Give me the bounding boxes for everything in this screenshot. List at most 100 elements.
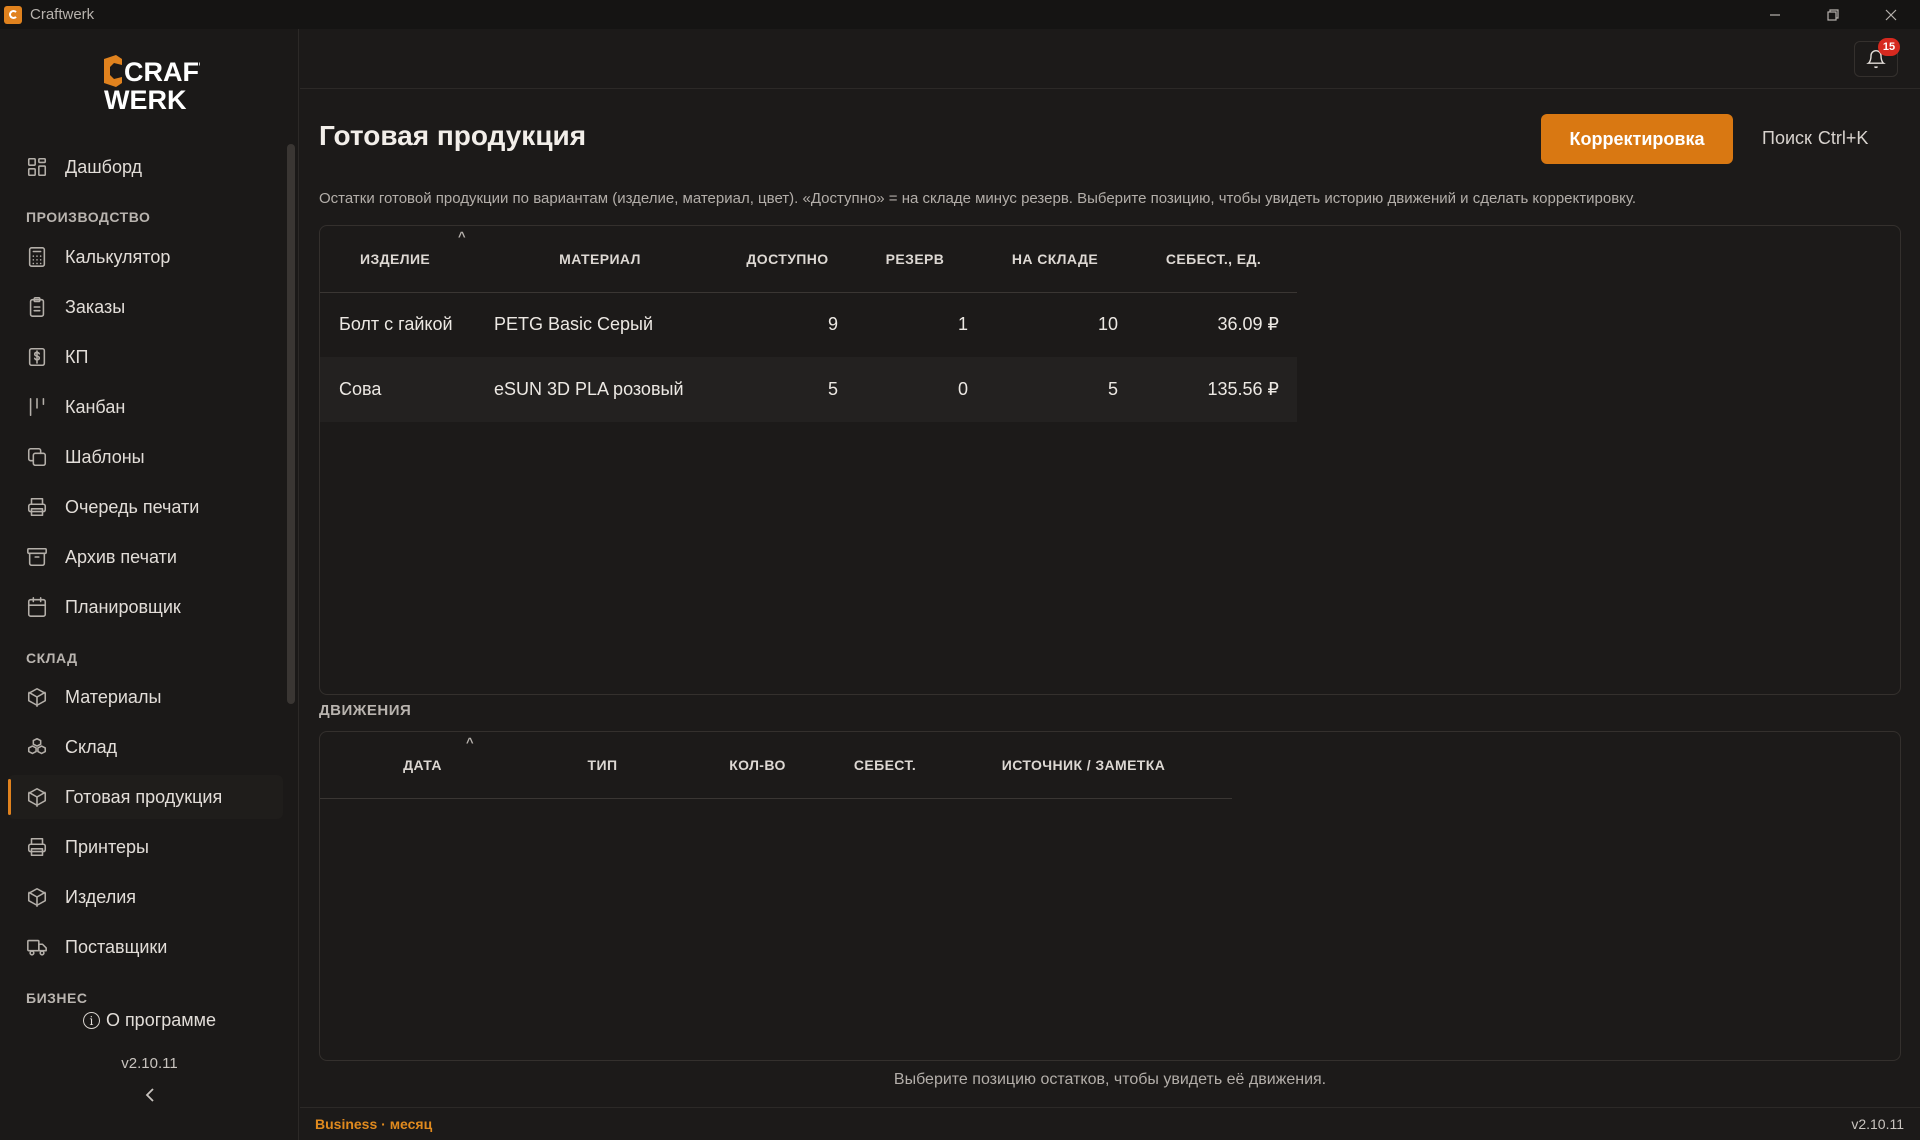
column-header-quantity[interactable]: КОЛ-ВО xyxy=(680,732,835,799)
box-icon xyxy=(25,785,49,809)
sidebar-item-templates[interactable]: Шаблоны xyxy=(8,435,283,479)
sidebar-item-products[interactable]: Изделия xyxy=(8,875,283,919)
sidebar-item-planner[interactable]: Планировщик xyxy=(8,585,283,629)
sidebar-item-calculator[interactable]: Калькулятор xyxy=(8,235,283,279)
dollar-doc-icon xyxy=(25,345,49,369)
title-bar: Craftwerk xyxy=(0,0,1920,29)
column-header-type[interactable]: ТИП xyxy=(525,732,680,799)
sidebar-item-printers[interactable]: Принтеры xyxy=(8,825,283,869)
calculator-icon xyxy=(25,245,49,269)
search-button[interactable]: Поиск Ctrl+K xyxy=(1762,128,1868,149)
stock-table: ^ ИЗДЕЛИЕ МАТЕРИАЛ ДОСТУПНО РЕЗЕРВ НА СК… xyxy=(320,226,1297,422)
top-bar: 15 xyxy=(300,29,1920,89)
about-link[interactable]: i О программе xyxy=(0,1010,299,1031)
sidebar-item-dashboard[interactable]: Дашборд xyxy=(8,145,283,189)
craftwerk-logo[interactable]: CRAFT WERK xyxy=(100,53,216,115)
sidebar-item-label: Заказы xyxy=(65,296,126,317)
sidebar-item-print-archive[interactable]: Архив печати xyxy=(8,535,283,579)
sidebar-item-label: Архив печати xyxy=(65,546,177,567)
sidebar-item-label: Калькулятор xyxy=(65,246,171,267)
info-icon: i xyxy=(82,1012,100,1029)
page-title: Готовая продукция xyxy=(319,120,587,151)
column-header-in-stock[interactable]: НА СКЛАДЕ xyxy=(980,226,1130,293)
section-title-business: БИЗНЕС xyxy=(26,990,88,1006)
box-icon xyxy=(25,685,49,709)
column-header-product[interactable]: ^ ИЗДЕЛИЕ xyxy=(320,226,475,293)
sidebar-item-orders[interactable]: Заказы xyxy=(8,285,283,329)
column-header-reserve[interactable]: РЕЗЕРВ xyxy=(850,226,980,293)
cell-unit-cost: 36.09 ₽ xyxy=(1217,314,1280,335)
cell-material: PETG Basic Серый xyxy=(494,314,654,335)
sidebar-item-warehouse[interactable]: Склад xyxy=(8,725,283,769)
section-title-production: ПРОИЗВОДСТВО xyxy=(26,209,151,225)
boxes-icon xyxy=(25,735,49,759)
column-header-material[interactable]: МАТЕРИАЛ xyxy=(475,226,725,293)
column-header-date[interactable]: ^ ДАТА xyxy=(320,732,525,799)
cell-reserve: 0 xyxy=(850,357,980,422)
sidebar-item-label: Шаблоны xyxy=(65,446,145,467)
sidebar-item-materials[interactable]: Материалы xyxy=(8,675,283,719)
movements-section-title: ДВИЖЕНИЯ xyxy=(319,702,412,719)
column-header-cost[interactable]: СЕБЕСТ. xyxy=(835,732,935,799)
clipboard-icon xyxy=(25,295,49,319)
close-icon xyxy=(1885,9,1897,20)
sidebar-item-label: Планировщик xyxy=(65,596,181,617)
sidebar-item-label: Принтеры xyxy=(65,836,149,857)
window-title: Craftwerk xyxy=(30,6,95,23)
sidebar-item-quotes[interactable]: КП xyxy=(8,335,283,379)
adjustment-button[interactable]: Корректировка xyxy=(1541,114,1733,164)
sidebar-item-label: Поставщики xyxy=(65,936,168,957)
cell-in-stock: 5 xyxy=(980,357,1130,422)
sidebar-item-label: Материалы xyxy=(65,686,162,707)
column-header-source-note[interactable]: ИСТОЧНИК / ЗАМЕТКА xyxy=(935,732,1232,799)
sidebar-item-label: Склад xyxy=(65,736,118,757)
table-row[interactable]: Сова eSUN 3D PLA розовый 5 0 5 135.56 ₽ xyxy=(320,357,1297,422)
sidebar-item-label: Очередь печати xyxy=(65,496,200,517)
sidebar-item-suppliers[interactable]: Поставщики xyxy=(8,925,283,969)
subscription-plan[interactable]: Business · месяц xyxy=(315,1116,432,1132)
sidebar-item-finished-goods[interactable]: Готовая продукция xyxy=(8,775,283,819)
stock-table-panel: ^ ИЗДЕЛИЕ МАТЕРИАЛ ДОСТУПНО РЕЗЕРВ НА СК… xyxy=(319,225,1901,695)
page-description: Остатки готовой продукции по вариантам (… xyxy=(319,190,1637,207)
cell-unit-cost: 135.56 ₽ xyxy=(1130,357,1297,422)
sidebar: CRAFT WERK Дашборд ПРОИЗВОДСТВО Калькуля… xyxy=(0,29,299,1140)
archive-icon xyxy=(25,545,49,569)
collapse-sidebar-button[interactable] xyxy=(140,1085,160,1107)
sidebar-version: v2.10.11 xyxy=(121,1055,178,1072)
sort-asc-icon: ^ xyxy=(466,735,474,750)
restore-icon xyxy=(1827,8,1839,21)
printer-icon xyxy=(25,835,49,859)
close-button[interactable] xyxy=(1862,0,1920,29)
app-logo-icon xyxy=(4,5,22,24)
restore-button[interactable] xyxy=(1804,0,1862,29)
minimize-icon xyxy=(1770,13,1780,16)
copy-icon xyxy=(25,445,49,469)
sidebar-item-label: Дашборд xyxy=(65,156,143,177)
sort-asc-icon: ^ xyxy=(458,229,466,244)
app-version: v2.10.11 xyxy=(1851,1116,1904,1132)
minimize-button[interactable] xyxy=(1746,0,1804,29)
cell-product: Сова xyxy=(320,357,475,422)
movements-table: ^ ДАТА ТИП КОЛ-ВО СЕБЕСТ. ИСТОЧНИК / ЗАМ… xyxy=(320,732,1232,799)
sidebar-scrollbar[interactable] xyxy=(287,144,295,704)
movements-table-panel: ^ ДАТА ТИП КОЛ-ВО СЕБЕСТ. ИСТОЧНИК / ЗАМ… xyxy=(319,731,1901,1061)
sidebar-item-label: Канбан xyxy=(65,396,126,417)
svg-text:WERK: WERK xyxy=(104,85,187,111)
notifications-button[interactable]: 15 xyxy=(1854,38,1900,77)
sidebar-item-label: КП xyxy=(65,346,89,367)
svg-text:CRAFT: CRAFT xyxy=(124,57,200,87)
sidebar-item-kanban[interactable]: Канбан xyxy=(8,385,283,429)
about-label: О программе xyxy=(105,1010,217,1030)
sidebar-item-print-queue[interactable]: Очередь печати xyxy=(8,485,283,529)
column-header-unit-cost[interactable]: СЕБЕСТ., ЕД. xyxy=(1130,226,1297,293)
movements-empty-hint: Выберите позицию остатков, чтобы увидеть… xyxy=(893,1071,1327,1088)
section-title-warehouse: СКЛАД xyxy=(26,650,78,666)
cell-in-stock: 10 xyxy=(1097,314,1118,335)
table-row[interactable]: Болт с гайкой PETG Basic Серый 9 1 10 36… xyxy=(320,292,1297,357)
cell-available: 9 xyxy=(827,314,838,335)
calendar-icon xyxy=(25,595,49,619)
column-header-available[interactable]: ДОСТУПНО xyxy=(725,226,850,293)
truck-icon xyxy=(25,935,49,959)
sidebar-item-label: Готовая продукция xyxy=(65,786,223,807)
cell-reserve: 1 xyxy=(957,314,968,335)
